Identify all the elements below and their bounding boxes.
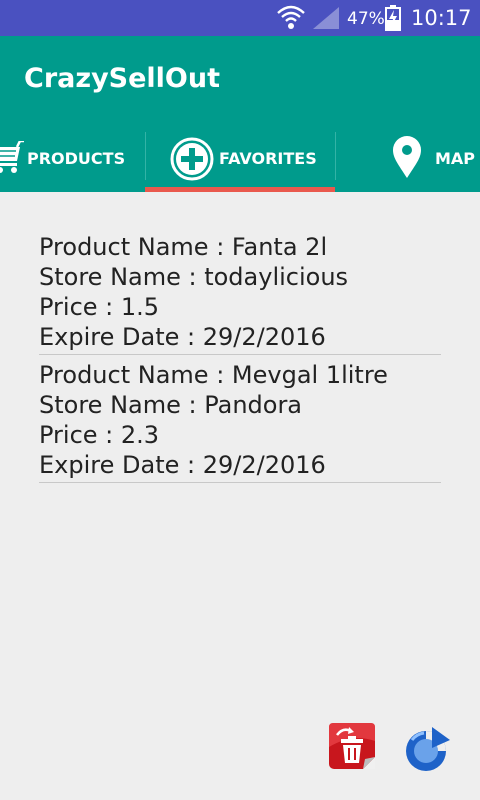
store-name: Store Name : Pandora [39,391,303,419]
list-item[interactable]: Product Name : Mevgal 1litre Store Name … [39,360,441,483]
tab-products[interactable]: PRODUCTS [0,132,145,192]
refresh-icon [402,727,452,778]
store-name: Store Name : todaylicious [39,263,349,291]
tab-bar: PRODUCTS FAVORITES MAP [0,132,480,192]
tab-favorites[interactable]: FAVORITES [146,132,335,192]
battery-percent: 47% [347,9,385,29]
battery-icon [385,5,401,36]
app-title: CrazySellOut [24,63,221,94]
price: Price : 2.3 [39,421,160,449]
delete-button[interactable] [327,721,379,778]
expire-date: Expire Date : 29/2/2016 [39,323,326,351]
tab-map[interactable]: MAP [336,132,480,192]
refresh-button[interactable] [402,726,452,779]
trash-icon [327,723,379,777]
list-item[interactable]: Product Name : Fanta 2l Store Name : tod… [39,232,441,355]
price: Price : 1.5 [39,293,160,321]
expire-date: Expire Date : 29/2/2016 [39,451,326,479]
status-bar: 47% 10:17 [0,0,480,36]
shopping-cart-icon [0,139,24,177]
tab-label-map: MAP [435,149,476,168]
product-name: Product Name : Mevgal 1litre [39,361,388,389]
signal-icon [313,7,339,34]
product-name: Product Name : Fanta 2l [39,233,328,261]
favorites-list: Product Name : Fanta 2l Store Name : tod… [39,232,441,488]
tab-indicator [145,187,335,192]
plus-circle-icon [170,137,214,185]
wifi-icon [276,4,306,35]
clock: 10:17 [411,6,472,30]
tab-label-favorites: FAVORITES [219,149,317,168]
app-bar: CrazySellOut [0,36,480,132]
tab-label-products: PRODUCTS [27,149,126,168]
map-pin-icon [392,136,422,182]
